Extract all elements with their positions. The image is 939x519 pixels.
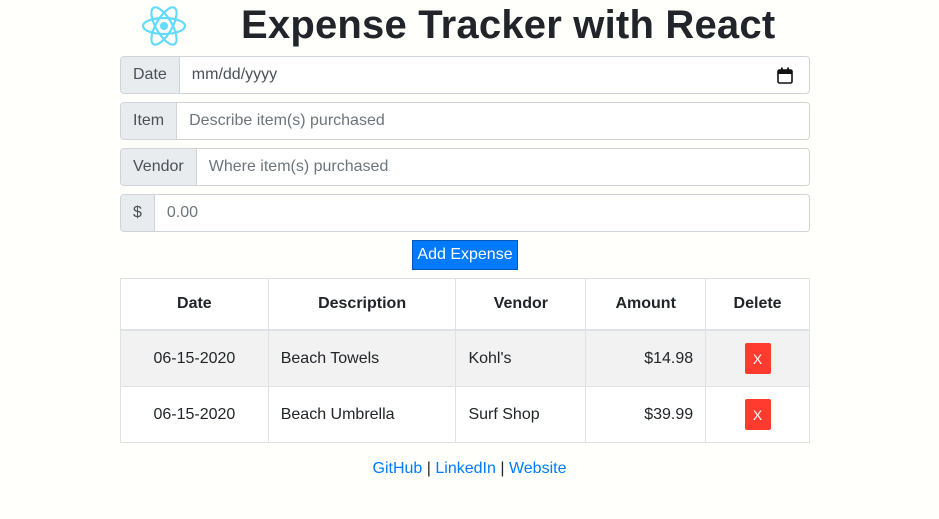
header-delete: Delete [705, 278, 810, 331]
delete-button[interactable]: X [744, 399, 771, 430]
table-row: 06-15-2020 Beach Umbrella Surf Shop $39.… [120, 386, 810, 443]
expense-table: Date Description Vendor Amount Delete 06… [120, 278, 810, 443]
amount-input-group: $ [120, 194, 810, 232]
table-header-row: Date Description Vendor Amount Delete [120, 278, 810, 331]
row-description: Beach Umbrella [267, 386, 457, 443]
footer-separator: | [500, 460, 505, 477]
item-label: Item [121, 103, 178, 139]
date-input[interactable]: mm/dd/yyyy [180, 57, 809, 93]
website-link[interactable]: Website [509, 460, 567, 477]
date-label: Date [121, 57, 180, 93]
row-date: 06-15-2020 [120, 329, 269, 387]
date-input-group: Date mm/dd/yyyy [120, 56, 810, 94]
table-row: 06-15-2020 Beach Towels Kohl's $14.98 X [120, 329, 810, 387]
vendor-input-group: Vendor [120, 148, 810, 186]
react-logo-icon [141, 6, 187, 46]
header-description: Description [267, 278, 457, 331]
header-date: Date [120, 278, 269, 331]
vendor-input[interactable] [196, 149, 809, 185]
row-description: Beach Towels [267, 329, 457, 387]
row-amount: $39.99 [585, 386, 707, 443]
item-input-group: Item [120, 102, 810, 140]
date-placeholder: mm/dd/yyyy [191, 66, 278, 83]
delete-button[interactable]: X [744, 343, 771, 374]
amount-label: $ [121, 195, 155, 231]
footer-separator: | [426, 460, 431, 477]
row-delete-cell: X [705, 329, 810, 387]
item-input[interactable] [177, 103, 809, 139]
row-vendor: Surf Shop [455, 386, 587, 443]
row-vendor: Kohl's [455, 329, 587, 387]
github-link[interactable]: GitHub [373, 460, 423, 477]
header-amount: Amount [585, 278, 707, 331]
page-title: Expense Tracker with React [241, 3, 776, 47]
add-expense-button[interactable]: Add Expense [412, 240, 518, 270]
expense-form: Date mm/dd/yyyy Item Vendor $ [120, 56, 810, 240]
linkedin-link[interactable]: LinkedIn [435, 460, 496, 477]
row-delete-cell: X [705, 386, 810, 443]
row-date: 06-15-2020 [120, 386, 269, 443]
header-vendor: Vendor [455, 278, 587, 331]
page-header: Expense Tracker with React [0, 0, 939, 52]
vendor-label: Vendor [121, 149, 197, 185]
calendar-icon[interactable] [777, 67, 793, 84]
footer-links: GitHub | LinkedIn | Website [0, 460, 939, 478]
row-amount: $14.98 [585, 329, 707, 387]
amount-input[interactable] [154, 195, 809, 231]
